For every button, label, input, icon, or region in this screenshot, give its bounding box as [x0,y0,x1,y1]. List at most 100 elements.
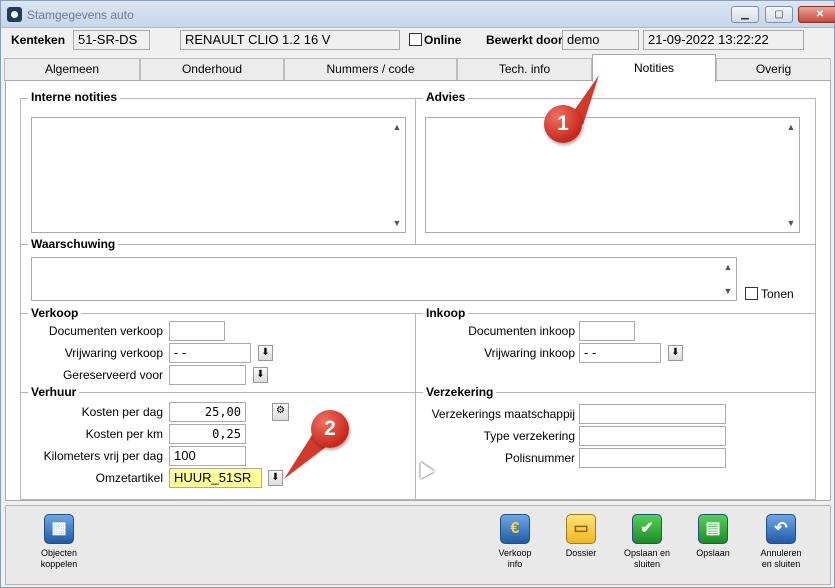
omzetartikel-field[interactable]: HUUR_51SR [169,468,262,488]
kosten-km-field[interactable]: 0,25 [169,424,246,444]
button-label: sluiten [633,559,660,569]
waarschuwing-topline [20,244,816,245]
verhuur-topline [20,392,816,393]
advies-textarea[interactable]: ▲ ▼ [425,117,800,233]
vrijwaring-inkoop-field[interactable]: - - [579,343,661,363]
tab-onderhoud[interactable]: Onderhoud [140,58,284,81]
app-icon [7,7,22,22]
vrijwaring-verkoop-field[interactable]: - - [169,343,251,363]
objecten-koppelen-icon: ▦ [44,514,74,544]
button-label: Verkoop [498,548,532,558]
opslaan-en-sluiten-button[interactable]: ✔ Opslaan en sluiten [612,514,682,570]
annotation-badge-1: 1 [544,105,582,143]
polisnummer-field[interactable] [579,448,726,468]
frame-left [20,98,21,500]
scroll-down-icon[interactable]: ▼ [785,217,797,229]
waarschuwing-textarea[interactable]: ▲ ▼ [31,257,737,301]
tab-label: Overig [755,62,792,76]
tab-label: Nummers / code [326,62,415,76]
documenten-inkoop-field[interactable] [579,321,635,341]
tab-strip: Algemeen Onderhoud Nummers / code Tech. … [4,54,831,82]
button-label: Annuleren [760,548,802,558]
polisnummer-label: Polisnummer [504,451,575,465]
advies-title: Advies [423,90,469,104]
floppy-disk-icon: ▤ [698,514,728,544]
window-title: Stamgegevens auto [27,8,134,22]
tab-label: Algemeen [44,62,100,76]
tab-label: Onderhoud [181,62,243,76]
scroll-down-icon[interactable]: ▼ [391,217,403,229]
tonen-label: Tonen [761,287,794,301]
kosten-km-label: Kosten per km [85,427,163,441]
km-vrij-field[interactable]: 100 [169,446,246,466]
opslaan-button[interactable]: ▤ Opslaan [678,514,748,559]
title-bar[interactable]: Stamgegevens auto ▁ ▢ ✕ [1,1,835,28]
verkoop-topline [20,313,816,314]
scroll-up-icon[interactable]: ▲ [785,121,797,133]
button-label: Dossier [565,548,597,558]
vrijwaring-inkoop-label: Vrijwaring inkoop [484,346,575,360]
advies-topline [415,98,816,99]
button-label: Opslaan en [623,548,671,558]
date-picker-icon[interactable]: ⬇ [258,345,273,361]
interne-notities-title: Interne notities [28,90,121,104]
button-label: info [507,559,523,569]
kosten-dag-field[interactable]: 25,00 [169,402,246,422]
gereserveerd-field[interactable] [169,365,246,385]
objecten-koppelen-button[interactable]: ▦ Objecten koppelen [24,514,94,570]
verzekering-title: Verzekering [423,385,497,399]
tab-label: Notities [633,61,674,75]
footer-toolbar: ▦ Objecten koppelen € Verkoop info ▭ Dos… [5,505,831,585]
vrijwaring-verkoop-label: Vrijwaring verkoop [64,346,163,360]
undo-arrow-icon: ↶ [766,514,796,544]
annotation-badge-2: 2 [311,410,349,448]
kenteken-field[interactable]: 51-SR-DS [73,30,150,50]
folder-icon: ▭ [566,514,596,544]
date-picker-icon[interactable]: ⬇ [668,345,683,361]
tab-nummers-code[interactable]: Nummers / code [284,58,457,81]
euro-coin-icon: € [500,514,530,544]
documenten-verkoop-label: Documenten verkoop [48,324,163,338]
stamgegevens-window: Stamgegevens auto ▁ ▢ ✕ Kenteken 51-SR-D… [0,0,835,588]
model-field[interactable]: RENAULT CLIO 1.2 16 V [180,30,400,50]
verzekerings-maatschappij-field[interactable] [579,404,726,424]
online-label: Online [424,33,462,47]
km-vrij-label: Kilometers vrij per dag [43,449,163,463]
close-button[interactable]: ✕ [798,6,835,23]
waarschuwing-title: Waarschuwing [28,237,119,251]
bewerkt-door-field[interactable]: demo [562,30,639,50]
minimize-button[interactable]: ▁ [731,6,759,23]
verkoop-info-button[interactable]: € Verkoop info [480,514,550,570]
tab-algemeen[interactable]: Algemeen [4,58,140,81]
omzetartikel-label: Omzetartikel [95,471,163,485]
verkoop-title: Verkoop [28,306,82,320]
scroll-down-icon[interactable]: ▼ [722,285,734,297]
kenteken-label: Kenteken [11,33,66,47]
inkoop-title: Inkoop [423,306,469,320]
button-label: Objecten [40,548,78,558]
online-checkbox[interactable] [409,33,422,46]
tab-overig[interactable]: Overig [716,58,831,81]
interne-notities-textarea[interactable]: ▲ ▼ [31,117,406,233]
scroll-up-icon[interactable]: ▲ [391,121,403,133]
dropdown-arrow-icon[interactable]: ⬇ [253,367,268,383]
tonen-checkbox[interactable] [745,287,758,300]
annuleren-en-sluiten-button[interactable]: ↶ Annuleren en sluiten [746,514,816,570]
timestamp-field[interactable]: 21-09-2022 13:22:22 [643,30,804,50]
check-icon: ✔ [632,514,662,544]
documenten-inkoop-label: Documenten inkoop [468,324,575,338]
verzekerings-maatschappij-label: Verzekerings maatschappij [431,407,575,421]
frame-bottom [20,499,816,500]
dossier-button[interactable]: ▭ Dossier [546,514,616,559]
bewerkt-door-label: Bewerkt door [486,33,563,47]
documenten-verkoop-field[interactable] [169,321,225,341]
verhuur-title: Verhuur [28,385,80,399]
button-label: koppelen [40,559,78,569]
button-label: Opslaan [696,548,730,558]
maximize-button[interactable]: ▢ [765,6,793,23]
scroll-up-icon[interactable]: ▲ [722,261,734,273]
type-verzekering-field[interactable] [579,426,726,446]
divider-top [415,98,416,244]
button-label: en sluiten [761,559,801,569]
kosten-dag-label: Kosten per dag [81,405,163,419]
